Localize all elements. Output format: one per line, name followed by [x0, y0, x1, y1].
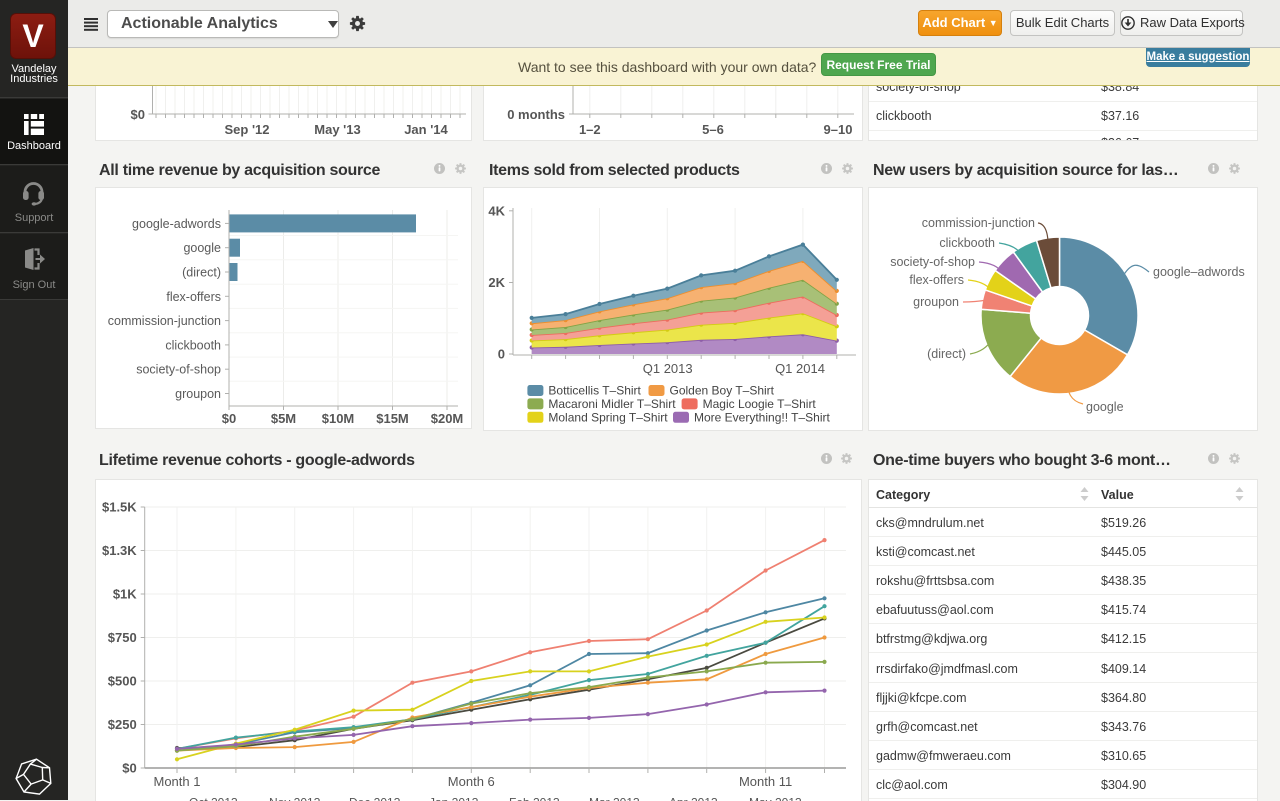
svg-text:commission-junction: commission-junction — [922, 216, 1035, 230]
svg-text:commission-junction: commission-junction — [108, 314, 221, 328]
svg-text:Q1 2014: Q1 2014 — [775, 361, 825, 376]
svg-text:google-adwords: google-adwords — [132, 217, 221, 231]
svg-text:Macaroni Midler T–Shirt: Macaroni Midler T–Shirt — [548, 397, 676, 411]
svg-text:Golden Boy T–Shirt: Golden Boy T–Shirt — [670, 384, 775, 398]
svg-text:$15M: $15M — [376, 411, 409, 426]
svg-text:$20M: $20M — [431, 411, 464, 426]
svg-text:clickbooth: clickbooth — [939, 236, 995, 250]
svg-text:Nov 2013: Nov 2013 — [269, 796, 321, 801]
svg-text:More Everything!! T–Shirt: More Everything!! T–Shirt — [694, 410, 830, 424]
svg-text:Feb 2013: Feb 2013 — [509, 796, 560, 801]
svg-text:Oct 2013: Oct 2013 — [189, 796, 238, 801]
svg-text:groupon: groupon — [913, 295, 959, 309]
svg-text:$10M: $10M — [322, 411, 355, 426]
svg-text:Month 11: Month 11 — [739, 774, 792, 789]
svg-text:$0: $0 — [122, 761, 136, 776]
svg-text:2K: 2K — [488, 275, 505, 290]
svg-text:google: google — [183, 241, 221, 255]
svg-text:$1.5K: $1.5K — [102, 500, 137, 515]
svg-text:clickbooth: clickbooth — [165, 338, 221, 352]
svg-text:society-of-shop: society-of-shop — [890, 255, 975, 269]
svg-text:Sep '12: Sep '12 — [224, 122, 269, 137]
svg-text:google: google — [1086, 400, 1124, 414]
svg-text:Month 1: Month 1 — [154, 774, 201, 789]
svg-text:9–10: 9–10 — [824, 122, 853, 137]
svg-text:flex-offers: flex-offers — [909, 273, 964, 287]
svg-text:0 months: 0 months — [507, 107, 565, 122]
svg-text:Q1 2013: Q1 2013 — [643, 361, 693, 376]
svg-text:$750: $750 — [108, 630, 137, 645]
svg-text:Botticellis T–Shirt: Botticellis T–Shirt — [548, 384, 641, 398]
svg-text:Month 6: Month 6 — [448, 774, 495, 789]
svg-text:$1.3K: $1.3K — [102, 543, 137, 558]
svg-text:May 2013: May 2013 — [749, 796, 802, 801]
svg-text:groupon: groupon — [175, 387, 221, 401]
svg-text:Moland Spring T–Shirt: Moland Spring T–Shirt — [548, 410, 668, 424]
svg-text:4K: 4K — [488, 203, 505, 218]
svg-text:society-of-shop: society-of-shop — [136, 363, 221, 377]
svg-text:1–2: 1–2 — [579, 122, 601, 137]
svg-text:google–adwords: google–adwords — [1153, 265, 1245, 279]
svg-text:$0: $0 — [131, 107, 145, 122]
svg-text:$250: $250 — [108, 717, 137, 732]
svg-text:Apr 2013: Apr 2013 — [669, 796, 718, 801]
svg-text:$0: $0 — [222, 411, 236, 426]
svg-text:$500: $500 — [108, 674, 137, 689]
svg-text:$1K: $1K — [113, 587, 137, 602]
svg-text:0: 0 — [498, 347, 505, 362]
svg-text:Jan '14: Jan '14 — [404, 122, 448, 137]
svg-text:Mar 2013: Mar 2013 — [589, 796, 640, 801]
svg-text:Magic Loogie T–Shirt: Magic Loogie T–Shirt — [703, 397, 817, 411]
svg-text:Jan 2013: Jan 2013 — [429, 796, 479, 801]
svg-text:$5M: $5M — [271, 411, 296, 426]
svg-text:(direct): (direct) — [182, 266, 221, 280]
svg-text:5–6: 5–6 — [702, 122, 724, 137]
svg-text:May '13: May '13 — [314, 122, 360, 137]
svg-text:Dec 2013: Dec 2013 — [349, 796, 401, 801]
svg-text:(direct): (direct) — [927, 347, 966, 361]
svg-text:flex-offers: flex-offers — [166, 290, 221, 304]
